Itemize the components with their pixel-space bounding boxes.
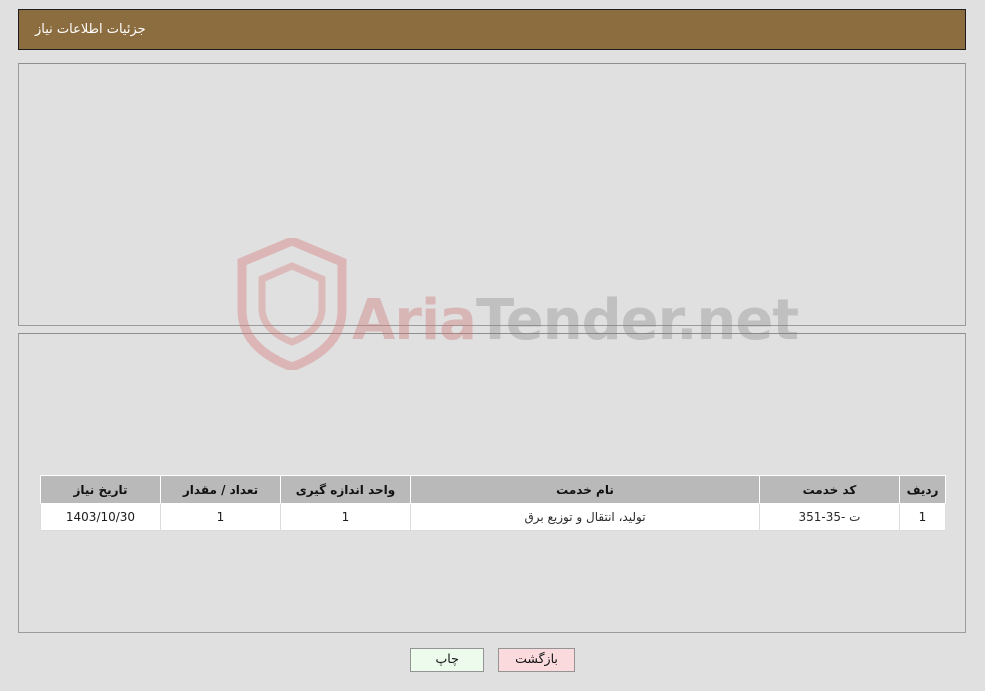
cell-need-date: 1403/10/30	[40, 503, 161, 531]
th-service-code: کد خدمت	[759, 475, 900, 504]
th-service-name: نام خدمت	[410, 475, 760, 504]
th-quantity: تعداد / مقدار	[160, 475, 281, 504]
services-table: ردیف کد خدمت نام خدمت واحد اندازه گیری ت…	[40, 475, 946, 531]
cell-service-name: تولید، انتقال و توزیع برق	[410, 503, 760, 531]
table-row: 1 ت -35-351 تولید، انتقال و توزیع برق 1 …	[40, 503, 946, 531]
th-need-date: تاریخ نیاز	[40, 475, 161, 504]
page-header: جزئیات اطلاعات نیاز	[18, 9, 966, 50]
cell-quantity: 1	[160, 503, 281, 531]
cell-service-code: ت -35-351	[759, 503, 900, 531]
footer-button-row: بازگشت چاپ	[0, 648, 985, 672]
page-title: جزئیات اطلاعات نیاز	[35, 22, 146, 37]
cell-unit: 1	[280, 503, 411, 531]
cell-row: 1	[899, 503, 946, 531]
need-info-panel	[18, 63, 966, 326]
back-button[interactable]: بازگشت	[498, 648, 575, 672]
th-unit: واحد اندازه گیری	[280, 475, 411, 504]
print-button[interactable]: چاپ	[410, 648, 485, 672]
th-row: ردیف	[899, 475, 946, 504]
table-header-row: ردیف کد خدمت نام خدمت واحد اندازه گیری ت…	[40, 475, 946, 504]
